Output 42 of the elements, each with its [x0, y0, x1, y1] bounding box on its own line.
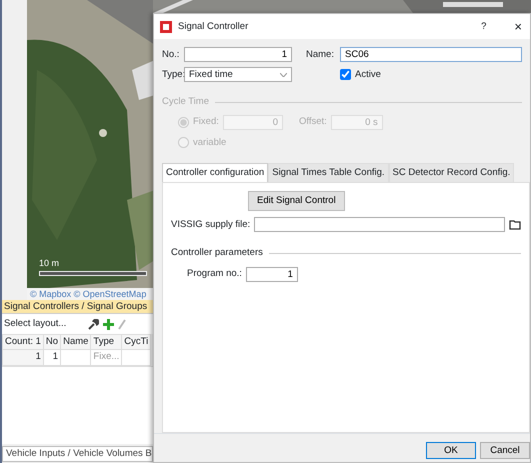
add-icon[interactable] — [103, 318, 114, 330]
name-field[interactable]: SC06 — [340, 47, 522, 62]
panel-title: Signal Controllers / Signal Groups — [2, 300, 153, 314]
radio-label: variable — [193, 136, 226, 150]
pencil-icon[interactable] — [118, 318, 126, 330]
program-field[interactable]: 1 — [246, 266, 298, 282]
column-header[interactable]: CycTi — [122, 334, 151, 350]
field-label: Name: — [306, 48, 335, 62]
number-field[interactable]: 1 — [184, 47, 292, 62]
field-label: No.: — [162, 48, 180, 62]
column-header[interactable]: Type — [90, 334, 122, 350]
radio-label: Fixed: — [193, 115, 219, 130]
checkbox[interactable] — [340, 69, 351, 80]
ok-button[interactable]: OK — [426, 442, 476, 460]
group-legend: Controller parameters — [171, 246, 263, 261]
app-icon — [160, 20, 172, 33]
table-cell: Fixe... — [90, 350, 122, 365]
field-label: Program no.: — [187, 267, 242, 282]
file-field[interactable] — [254, 217, 505, 232]
column-header[interactable]: Count: 1 — [2, 334, 44, 350]
tab[interactable]: SC Detector Record Config. — [388, 162, 514, 182]
dialog-title: Signal Controller — [178, 20, 250, 34]
group-legend: Cycle Time — [162, 95, 209, 110]
field-label: Offset: — [299, 115, 327, 130]
column-header[interactable]: Name — [60, 334, 91, 350]
tab[interactable]: Signal Times Table Config. — [268, 162, 389, 182]
edit-signal-control-button[interactable]: Edit Signal Control — [248, 191, 345, 212]
table-cell: 1 — [2, 350, 44, 365]
chevron-down-icon — [280, 72, 287, 77]
close-button[interactable]: × — [514, 16, 522, 36]
cancel-button[interactable]: Cancel — [480, 442, 530, 460]
bottom-tab[interactable]: Vehicle Inputs / Vehicle Volumes B — [2, 446, 153, 462]
tab[interactable]: Controller configuration — [162, 162, 268, 182]
checkbox-label: Active — [355, 68, 381, 82]
field-label: Type: — [162, 68, 184, 82]
column-header[interactable]: No — [43, 334, 61, 350]
type-dropdown[interactable]: Fixed time — [184, 67, 292, 82]
wrench-icon[interactable] — [88, 318, 99, 330]
table-cell: 1 — [43, 350, 61, 365]
help-button[interactable]: ? — [481, 20, 486, 34]
folder-icon[interactable] — [509, 220, 521, 230]
field-label: VISSIG supply file: — [171, 218, 250, 232]
